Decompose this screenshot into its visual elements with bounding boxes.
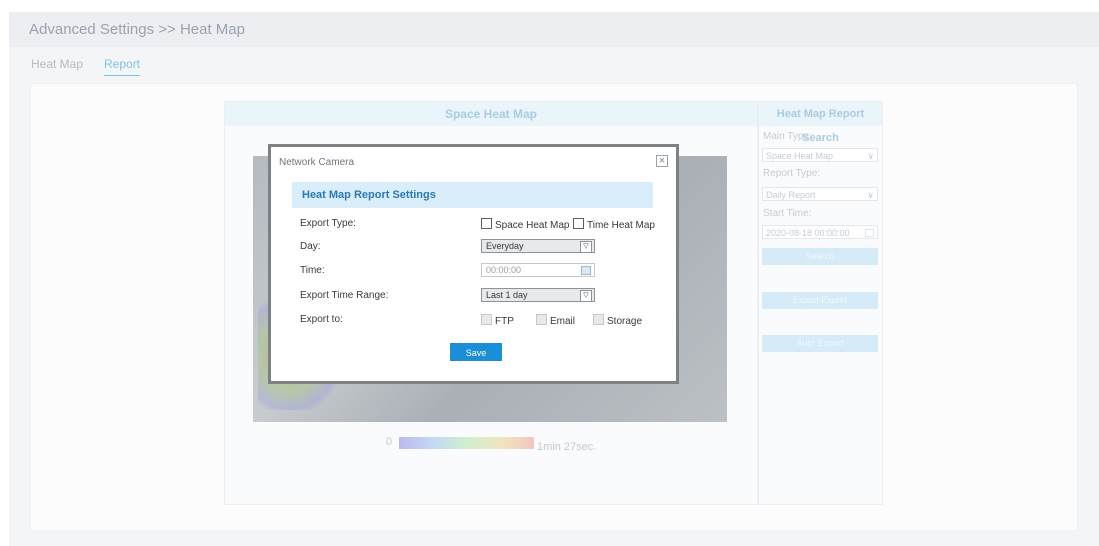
export-type-label: Export Type: bbox=[300, 218, 356, 229]
export-ftp-option[interactable]: FTP bbox=[481, 314, 514, 327]
legend-color-bar bbox=[399, 437, 534, 449]
time-input[interactable]: 00:00:00 bbox=[481, 263, 595, 277]
select-arrow-icon: ▽ bbox=[580, 290, 592, 302]
time-label: Time: bbox=[300, 265, 325, 276]
search-panel-title: Heat Map Report Search bbox=[759, 102, 882, 144]
section-header: Heat Map Report Settings bbox=[292, 182, 653, 208]
start-time-label: Start Time: bbox=[763, 208, 812, 219]
export-button[interactable]: Export Export bbox=[762, 292, 878, 309]
ftp-label: FTP bbox=[495, 316, 514, 327]
main-type-label: Main Type: bbox=[763, 131, 812, 142]
legend-min-label: 0 bbox=[386, 436, 393, 448]
time-heat-map-label: Time Heat Map bbox=[587, 220, 655, 231]
export-email-option[interactable]: Email bbox=[536, 314, 575, 327]
export-range-label: Export Time Range: bbox=[300, 290, 389, 301]
header-bar: Advanced Settings >> Heat Map bbox=[9, 12, 1099, 47]
report-settings-dialog: Network Camera ✕ Heat Map Report Setting… bbox=[268, 144, 679, 384]
report-type-select[interactable]: Daily Report ∨ bbox=[762, 187, 878, 201]
chevron-down-icon: ∨ bbox=[867, 190, 874, 200]
main-type-select[interactable]: Space Heat Map ∨ bbox=[762, 148, 878, 162]
chevron-down-icon: ∨ bbox=[867, 151, 874, 161]
export-to-label: Export to: bbox=[300, 314, 343, 325]
report-type-value: Daily Report bbox=[766, 190, 816, 200]
legend-max-label: 1min 27sec. bbox=[537, 441, 597, 453]
select-arrow-icon: ▽ bbox=[580, 241, 592, 253]
page-title: Advanced Settings >> Heat Map bbox=[29, 21, 245, 38]
close-icon[interactable]: ✕ bbox=[656, 155, 668, 167]
email-label: Email bbox=[550, 316, 576, 327]
tab-bar: Heat Map Report bbox=[9, 48, 1099, 76]
calendar-icon bbox=[865, 229, 874, 237]
start-time-input[interactable]: 2020-08-18 00:00:00 bbox=[762, 225, 878, 239]
ftp-checkbox[interactable] bbox=[481, 314, 492, 325]
tab-heat-map[interactable]: Heat Map bbox=[31, 57, 83, 71]
section-title: Heat Map Report Settings bbox=[302, 189, 436, 201]
search-button[interactable]: Search bbox=[762, 248, 878, 265]
space-heat-map-label: Space Heat Map bbox=[495, 220, 570, 231]
export-type-time-option[interactable]: Time Heat Map bbox=[573, 218, 655, 231]
report-type-label: Report Type: bbox=[763, 168, 821, 179]
storage-checkbox[interactable] bbox=[593, 314, 604, 325]
auto-export-button[interactable]: Auto Export bbox=[762, 335, 878, 352]
email-checkbox[interactable] bbox=[536, 314, 547, 325]
storage-label: Storage bbox=[607, 316, 643, 327]
day-value: Everyday bbox=[486, 241, 524, 251]
save-button[interactable]: Save bbox=[450, 343, 502, 361]
panel-title: Space Heat Map bbox=[225, 102, 757, 126]
start-time-value: 2020-08-18 00:00:00 bbox=[766, 228, 850, 238]
time-heat-map-checkbox[interactable] bbox=[573, 218, 584, 229]
clock-icon[interactable] bbox=[581, 266, 591, 275]
export-range-select[interactable]: Last 1 day ▽ bbox=[481, 288, 595, 302]
export-range-value: Last 1 day bbox=[486, 290, 528, 300]
export-storage-option[interactable]: Storage bbox=[593, 314, 642, 327]
space-heat-map-checkbox[interactable] bbox=[481, 218, 492, 229]
tab-report[interactable]: Report bbox=[104, 57, 141, 76]
day-select[interactable]: Everyday ▽ bbox=[481, 239, 595, 253]
day-label: Day: bbox=[300, 241, 321, 252]
time-value: 00:00:00 bbox=[486, 265, 522, 275]
report-search-panel: Heat Map Report Search Main Type: Space … bbox=[758, 101, 883, 505]
dialog-title: Network Camera bbox=[279, 157, 355, 168]
main-type-value: Space Heat Map bbox=[766, 151, 834, 161]
export-type-space-option[interactable]: Space Heat Map bbox=[481, 218, 570, 231]
